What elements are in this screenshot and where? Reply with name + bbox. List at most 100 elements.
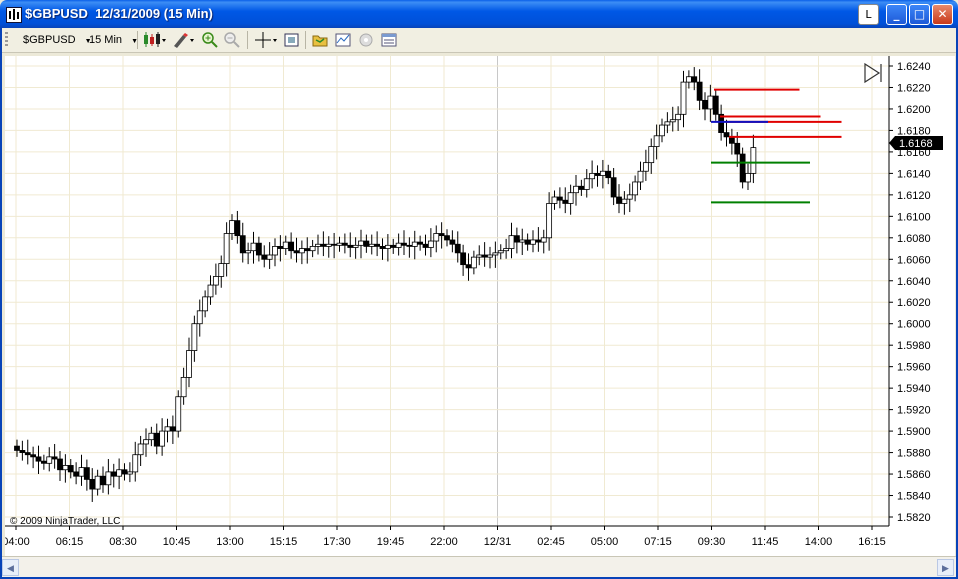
indicators-icon[interactable] xyxy=(334,31,352,49)
y-tick-label: 1.6120 xyxy=(897,190,931,202)
candle-body xyxy=(379,245,386,249)
candle-body xyxy=(35,456,42,462)
candle-body xyxy=(675,113,682,121)
candle-body xyxy=(481,254,488,258)
title-bar[interactable]: $GBPUSD 12/31/2009 (15 Min) L _ □ ✕ xyxy=(0,0,958,28)
candle-body xyxy=(315,243,321,247)
candle-body xyxy=(449,239,456,245)
candle-body xyxy=(234,220,241,237)
candle-body xyxy=(487,254,493,258)
chart-canvas[interactable]: 04:00 06:15 08:30 10:45 13:00 15:15 17:30 19:45… xyxy=(5,56,955,558)
crosshair-icon[interactable] xyxy=(253,31,279,49)
candle-body xyxy=(497,250,504,254)
x-tick-label: 19:45 xyxy=(377,536,405,548)
y-tick-label: 1.5920 xyxy=(897,405,931,417)
candle-body xyxy=(745,172,751,183)
candle-body xyxy=(707,95,714,110)
candle-body xyxy=(363,240,370,247)
candle-body xyxy=(110,471,117,477)
candle-body xyxy=(616,196,622,204)
candle-body xyxy=(610,177,617,198)
window-title: $GBPUSD 12/31/2009 (15 Min) xyxy=(25,6,213,21)
price-chart[interactable]: 04:00 06:15 08:30 10:45 13:00 15:15 17:30 19:45… xyxy=(5,56,955,558)
candle-body xyxy=(444,235,450,241)
y-tick-label: 1.6040 xyxy=(897,276,931,288)
candle-body xyxy=(229,220,235,234)
y-tick-label: 1.5900 xyxy=(897,426,931,438)
zoom-out-icon[interactable] xyxy=(223,31,241,49)
scroll-to-end-icon[interactable] xyxy=(864,62,882,84)
candle-body xyxy=(143,439,149,445)
candle-body xyxy=(191,323,198,351)
y-tick-label: 1.5820 xyxy=(897,512,931,524)
candle-body xyxy=(46,456,53,464)
x-tick-label: 12/31 xyxy=(484,536,512,548)
chart-toolbar: $GBPUSD ▼ 15 Min ▼ xyxy=(1,28,957,53)
candle-body xyxy=(121,469,128,475)
y-tick-label: 1.6100 xyxy=(897,211,931,223)
candle-body xyxy=(105,471,112,486)
candle-body xyxy=(19,450,26,453)
candle-body xyxy=(73,471,80,477)
y-tick-label: 1.6000 xyxy=(897,319,931,331)
candle-body xyxy=(78,467,85,477)
candle-body xyxy=(513,235,520,243)
candle-body xyxy=(368,243,375,247)
candlestick-style-icon[interactable] xyxy=(143,31,167,49)
y-tick-label: 1.6240 xyxy=(897,61,931,73)
candle-body xyxy=(304,248,311,252)
zoom-in-icon[interactable] xyxy=(201,31,219,49)
candle-body xyxy=(159,430,166,447)
candle-body xyxy=(562,199,569,204)
candle-body xyxy=(320,243,327,247)
candle-body xyxy=(712,95,719,115)
x-tick-label: 17:30 xyxy=(323,536,351,548)
instrument-dropdown[interactable]: $GBPUSD ▼ xyxy=(23,31,92,49)
x-tick-label: 10:45 xyxy=(163,536,191,548)
candle-body xyxy=(492,252,499,256)
candle-body xyxy=(358,240,364,246)
maximize-button[interactable]: □ xyxy=(909,4,930,25)
x-tick-label: 07:15 xyxy=(644,536,672,548)
strategies-icon[interactable] xyxy=(357,31,375,49)
close-button[interactable]: ✕ xyxy=(932,4,953,25)
candle-body xyxy=(261,254,268,260)
interval-dropdown[interactable]: 15 Min ▼ xyxy=(89,31,138,49)
candle-body xyxy=(567,192,574,204)
y-tick-label: 1.6140 xyxy=(897,168,931,180)
data-box-icon[interactable] xyxy=(380,31,398,49)
horizontal-scrollbar[interactable]: ◀ ▶ xyxy=(0,556,958,578)
x-tick-label: 15:15 xyxy=(270,536,298,548)
candle-body xyxy=(460,252,467,266)
candle-body xyxy=(653,135,660,147)
candle-body xyxy=(272,245,278,256)
candle-body xyxy=(153,432,160,447)
scroll-left-icon[interactable]: ◀ xyxy=(2,559,19,576)
candle-body xyxy=(255,242,262,256)
x-tick-label: 16:15 xyxy=(858,536,886,548)
candle-body xyxy=(626,194,633,200)
x-tick-label: 22:00 xyxy=(430,536,458,548)
x-tick-label: 02:45 xyxy=(537,536,565,548)
candle-body xyxy=(621,198,628,204)
open-folder-icon[interactable] xyxy=(311,31,329,49)
candle-body xyxy=(454,243,461,254)
candle-body xyxy=(89,479,96,490)
snapshot-icon[interactable] xyxy=(283,31,301,49)
candle-body xyxy=(594,172,601,176)
drawing-pencil-icon[interactable] xyxy=(171,31,195,49)
link-button[interactable]: L xyxy=(858,4,879,25)
candle-body xyxy=(282,241,289,249)
y-tick-label: 1.6060 xyxy=(897,254,931,266)
candle-body xyxy=(685,76,692,83)
candle-body xyxy=(642,162,649,172)
scroll-right-icon[interactable]: ▶ xyxy=(937,559,954,576)
interval-label: 15 Min xyxy=(89,34,123,46)
y-tick-label: 1.6080 xyxy=(897,233,931,245)
candle-body xyxy=(696,81,703,101)
toolbar-grip[interactable] xyxy=(5,32,8,48)
candle-body xyxy=(702,99,708,110)
candle-body xyxy=(148,432,155,441)
minimize-button[interactable]: _ xyxy=(886,4,907,25)
candle-body xyxy=(94,475,101,490)
